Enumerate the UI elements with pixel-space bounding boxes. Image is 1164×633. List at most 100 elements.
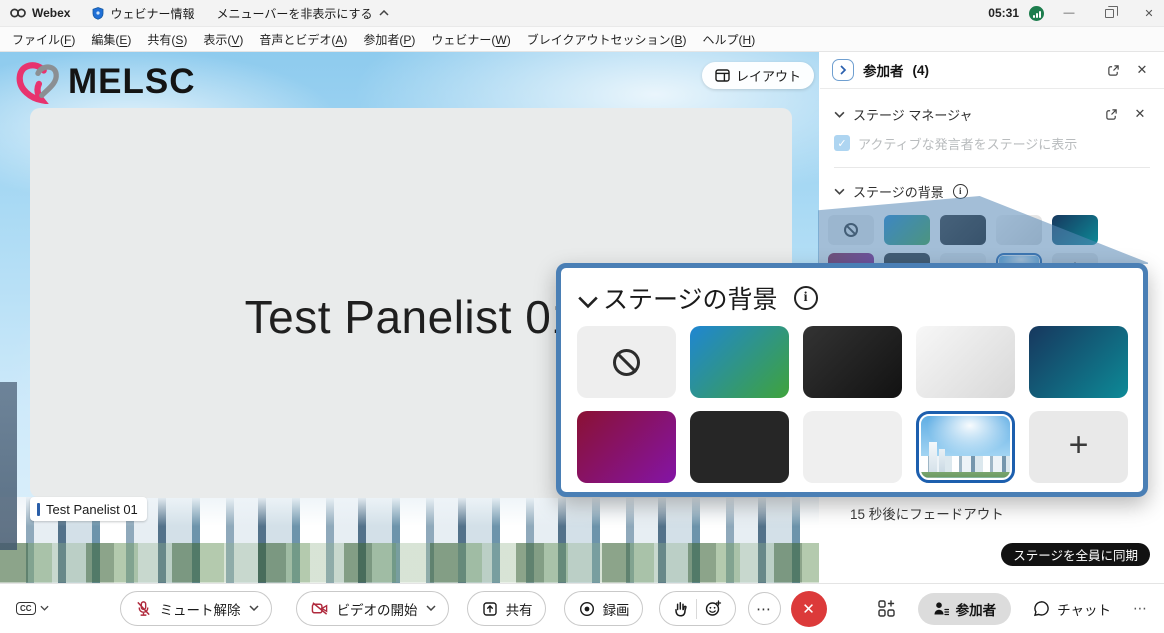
menu-item-4[interactable]: 音声とビデオ(A) bbox=[251, 28, 355, 51]
layout-icon bbox=[715, 69, 730, 82]
chevron-down-icon[interactable] bbox=[834, 111, 844, 118]
chevron-down-icon[interactable] bbox=[577, 295, 587, 302]
record-label: 録画 bbox=[603, 599, 630, 619]
restore-button[interactable] bbox=[1094, 0, 1124, 27]
control-toolbar: CC ミュート解除 ビデオの開始 共有 録画 ⋯ ✕ bbox=[0, 583, 1164, 633]
leave-meeting-button[interactable]: ✕ bbox=[791, 591, 827, 627]
webex-logo-icon bbox=[10, 7, 26, 19]
speaking-indicator-icon bbox=[37, 503, 40, 516]
chevron-down-icon[interactable] bbox=[426, 605, 436, 612]
record-icon bbox=[579, 601, 595, 617]
close-window-button[interactable]: ✕ bbox=[1134, 0, 1164, 27]
sync-stage-button[interactable]: ステージを全員に同期 bbox=[1001, 543, 1150, 566]
brand-name: MELSC bbox=[68, 62, 196, 102]
checkbox-checked-icon[interactable]: ✓ bbox=[834, 135, 850, 151]
popup-swatch-grid: + bbox=[577, 326, 1129, 483]
share-icon bbox=[482, 601, 498, 617]
background-swatch-add-custom[interactable]: + bbox=[1029, 411, 1128, 483]
no-background-icon bbox=[613, 349, 640, 376]
participants-count: (4) bbox=[913, 63, 930, 78]
more-options-button[interactable]: ⋯ bbox=[748, 592, 781, 625]
unmute-label: ミュート解除 bbox=[160, 599, 241, 619]
participants-icon bbox=[933, 601, 949, 616]
divider bbox=[696, 599, 697, 619]
active-speaker-option[interactable]: ✓ アクティブな発言者をステージに表示 bbox=[820, 129, 1164, 155]
popout-stage-manager-button[interactable] bbox=[1101, 104, 1121, 124]
hide-menubar-button[interactable]: メニューバーを非表示にする bbox=[216, 5, 388, 22]
share-button[interactable]: 共有 bbox=[467, 591, 546, 626]
background-swatch-none[interactable] bbox=[577, 326, 676, 398]
share-label: 共有 bbox=[506, 599, 533, 619]
background-swatch-selected[interactable] bbox=[916, 411, 1015, 483]
mic-muted-icon bbox=[135, 600, 152, 617]
reactions-group bbox=[659, 591, 736, 626]
background-swatch-black-gradient[interactable] bbox=[803, 326, 902, 398]
connection-status-icon[interactable] bbox=[1029, 6, 1044, 21]
main-area: Test Panelist 01 MELSC レイアウト Test Paneli… bbox=[0, 52, 1164, 583]
chevron-down-icon[interactable] bbox=[249, 605, 259, 612]
webinar-info-button[interactable]: ウェビナー情報 bbox=[92, 5, 194, 22]
popup-title: ステージの背景 bbox=[603, 280, 778, 316]
brand-logo: MELSC bbox=[14, 60, 196, 104]
close-stage-manager-button[interactable]: ✕ bbox=[1130, 104, 1150, 124]
menu-item-3[interactable]: 表示(V) bbox=[195, 28, 251, 51]
background-swatch-navy-teal-gradient[interactable] bbox=[1029, 326, 1128, 398]
webex-window: Webex ウェビナー情報 メニューバーを非表示にする 05:31 — ✕ ファ… bbox=[0, 0, 1164, 633]
add-background-icon: + bbox=[1069, 428, 1089, 462]
background-swatch-charcoal[interactable] bbox=[690, 411, 789, 483]
chevron-down-icon bbox=[40, 605, 50, 612]
camera-off-icon bbox=[311, 601, 329, 616]
participants-toggle-button[interactable]: 参加者 bbox=[918, 593, 1012, 625]
apps-icon[interactable] bbox=[877, 599, 896, 618]
meeting-timer: 05:31 bbox=[988, 6, 1019, 20]
active-speaker-label: アクティブな発言者をステージに表示 bbox=[858, 134, 1077, 153]
popup-swatch-row-2: + bbox=[577, 411, 1129, 483]
building-silhouette bbox=[0, 382, 17, 550]
minimize-button[interactable]: — bbox=[1054, 0, 1084, 27]
chat-label: チャット bbox=[1057, 599, 1111, 619]
stage-manager-section-header: ステージ マネージャ ✕ bbox=[820, 99, 1164, 129]
collapse-panel-button[interactable] bbox=[832, 59, 854, 81]
participants-title: 参加者 bbox=[863, 60, 904, 80]
chevron-down-icon[interactable] bbox=[834, 188, 844, 195]
panel-header: 参加者 (4) ✕ bbox=[820, 52, 1164, 89]
hide-menubar-label: メニューバーを非表示にする bbox=[216, 5, 372, 22]
shield-icon bbox=[92, 7, 104, 20]
popup-header: ステージの背景 i bbox=[577, 280, 1129, 316]
raise-hand-icon[interactable] bbox=[673, 600, 688, 617]
participants-toggle-label: 参加者 bbox=[956, 599, 997, 619]
menu-item-0[interactable]: ファイル(F) bbox=[4, 28, 83, 51]
background-swatch-light-gray-gradient[interactable] bbox=[916, 326, 1015, 398]
captions-button[interactable]: CC bbox=[16, 602, 50, 616]
record-button[interactable]: 録画 bbox=[564, 591, 643, 626]
layout-label: レイアウト bbox=[736, 66, 801, 85]
info-icon[interactable]: i bbox=[794, 286, 818, 310]
chat-button[interactable]: チャット bbox=[1033, 599, 1111, 619]
chevron-up-icon bbox=[379, 10, 389, 17]
menu-item-5[interactable]: 参加者(P) bbox=[355, 28, 423, 51]
more-toolbar-button[interactable]: ⋯ bbox=[1133, 600, 1148, 617]
layout-button[interactable]: レイアウト bbox=[702, 62, 814, 89]
participant-display-name: Test Panelist 01 bbox=[245, 290, 578, 344]
background-swatch-blue-green-gradient[interactable] bbox=[690, 326, 789, 398]
melsc-heart-icon bbox=[14, 60, 60, 104]
chat-bubble-icon bbox=[1033, 600, 1050, 617]
background-swatch-red-purple-gradient[interactable] bbox=[577, 411, 676, 483]
reactions-smiley-icon[interactable] bbox=[705, 600, 722, 617]
name-tag-label: Test Panelist 01 bbox=[46, 502, 138, 517]
restore-icon bbox=[1105, 9, 1114, 18]
popout-panel-button[interactable] bbox=[1103, 60, 1123, 80]
start-video-button[interactable]: ビデオの開始 bbox=[296, 591, 449, 626]
close-panel-button[interactable]: ✕ bbox=[1132, 60, 1152, 80]
menu-item-1[interactable]: 編集(E) bbox=[83, 28, 139, 51]
divider bbox=[834, 167, 1150, 168]
unmute-button[interactable]: ミュート解除 bbox=[120, 591, 272, 626]
popup-swatch-row-1 bbox=[577, 326, 1129, 398]
menu-item-8[interactable]: ヘルプ(H) bbox=[695, 28, 764, 51]
background-swatch-white[interactable] bbox=[803, 411, 902, 483]
menu-item-7[interactable]: ブレイクアウトセッション(B) bbox=[519, 28, 695, 51]
menu-item-6[interactable]: ウェビナー(W) bbox=[423, 28, 518, 51]
background-swatch-city-photo[interactable] bbox=[921, 416, 1010, 478]
info-icon[interactable]: i bbox=[953, 184, 968, 199]
menu-item-2[interactable]: 共有(S) bbox=[139, 28, 195, 51]
